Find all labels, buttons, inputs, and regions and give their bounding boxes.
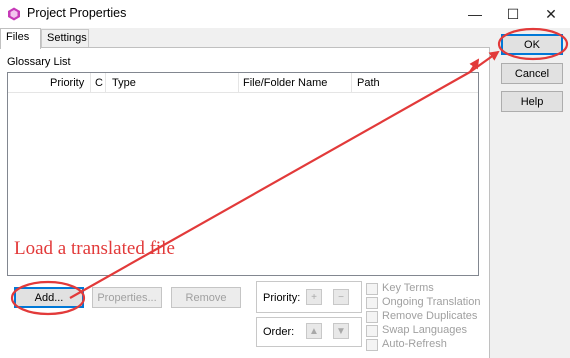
- order-label: Order:: [263, 326, 295, 338]
- checkbox-swap-languages[interactable]: Swap Languages: [366, 324, 486, 338]
- checkbox-square: [366, 311, 378, 323]
- checkbox-square: [366, 297, 378, 309]
- title-bar: Project Properties — ☐ ✕: [0, 0, 570, 28]
- tab-strip: Files Settings: [0, 28, 490, 49]
- tab-settings[interactable]: Settings: [41, 29, 89, 48]
- checkbox-square: [366, 339, 378, 351]
- properties-button[interactable]: Properties...: [92, 287, 162, 308]
- priority-label: Priority:: [263, 292, 301, 304]
- minus-icon: −: [338, 291, 344, 303]
- checkbox-label: Key Terms: [382, 282, 434, 294]
- plus-icon: +: [311, 291, 317, 303]
- checkbox-square: [366, 325, 378, 337]
- checkbox-label: Auto-Refresh: [382, 338, 447, 350]
- order-down-button[interactable]: ▼: [333, 323, 349, 339]
- column-path[interactable]: Path: [357, 77, 380, 89]
- minimize-icon: —: [468, 6, 482, 22]
- column-c[interactable]: C: [95, 77, 103, 89]
- maximize-icon: ☐: [506, 5, 520, 22]
- checkbox-ongoing-translation[interactable]: Ongoing Translation: [366, 296, 486, 310]
- glossary-list-label: Glossary List: [7, 56, 71, 68]
- checkbox-label: Ongoing Translation: [382, 296, 481, 308]
- remove-button[interactable]: Remove: [171, 287, 241, 308]
- ok-button[interactable]: OK: [501, 34, 563, 55]
- add-button[interactable]: Add...: [14, 287, 84, 308]
- close-icon: ✕: [545, 5, 557, 22]
- checkbox-square: [366, 283, 378, 295]
- column-file-folder-name[interactable]: File/Folder Name: [243, 77, 327, 89]
- glossary-list-header: Priority C Type File/Folder Name Path: [8, 73, 478, 93]
- checkbox-key-terms[interactable]: Key Terms: [366, 282, 486, 296]
- checkbox-remove-duplicates[interactable]: Remove Duplicates: [366, 310, 486, 324]
- checkbox-auto-refresh[interactable]: Auto-Refresh: [366, 338, 486, 352]
- help-button[interactable]: Help: [501, 91, 563, 112]
- priority-decrease-button[interactable]: −: [333, 289, 349, 305]
- checkbox-label: Remove Duplicates: [382, 310, 478, 322]
- annotation-text: Load a translated file: [14, 238, 175, 259]
- window-title: Project Properties: [27, 6, 127, 20]
- tab-files[interactable]: Files: [0, 28, 41, 49]
- priority-increase-button[interactable]: +: [306, 289, 322, 305]
- app-icon: [8, 7, 20, 21]
- maximize-button[interactable]: ☐: [496, 0, 530, 28]
- minimize-button[interactable]: —: [458, 0, 492, 28]
- checkbox-label: Swap Languages: [382, 324, 468, 336]
- close-button[interactable]: ✕: [534, 0, 568, 28]
- arrow-up-icon: ▲: [309, 325, 319, 337]
- cancel-button[interactable]: Cancel: [501, 63, 563, 84]
- column-type[interactable]: Type: [112, 77, 136, 89]
- column-priority[interactable]: Priority: [50, 77, 84, 89]
- order-up-button[interactable]: ▲: [306, 323, 322, 339]
- arrow-down-icon: ▼: [336, 325, 346, 337]
